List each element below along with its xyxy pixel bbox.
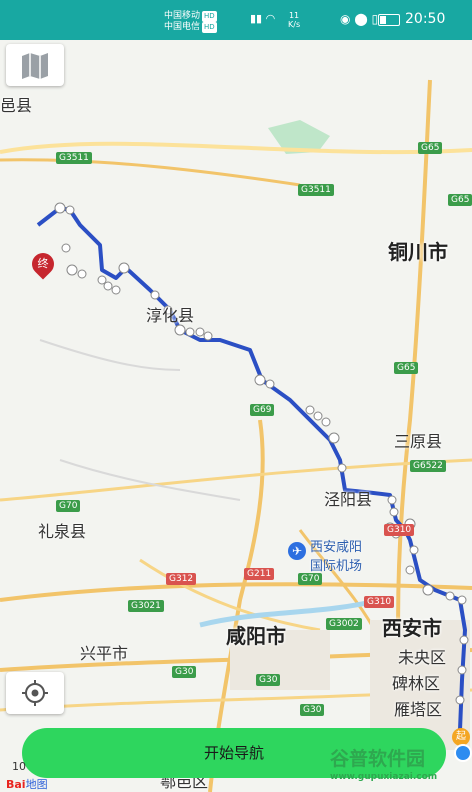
map-layer-icon bbox=[22, 53, 48, 79]
highway-shield: G310 bbox=[384, 524, 415, 536]
speed-unit: K/s bbox=[288, 20, 301, 29]
highway-shield: G69 bbox=[250, 404, 275, 416]
city-label: 西安市 bbox=[382, 616, 442, 640]
highway-shield: G310 bbox=[364, 596, 395, 608]
end-marker[interactable]: 终 bbox=[27, 248, 59, 280]
highway-shield: G3511 bbox=[56, 152, 92, 164]
status-icons: ◉ ⬤ ▯ bbox=[340, 12, 378, 26]
end-marker-label: 终 bbox=[37, 257, 49, 270]
highway-shield: G65 bbox=[418, 142, 443, 154]
highway-shield: G3021 bbox=[128, 600, 164, 612]
map-layer-button[interactable] bbox=[6, 44, 64, 86]
hd-badge: HD bbox=[202, 22, 217, 33]
baidu-logo-b: Bai bbox=[6, 778, 26, 791]
eye-icon: ◉ bbox=[340, 12, 351, 26]
speed-value: 11 bbox=[288, 11, 300, 20]
clock: 20:50 bbox=[405, 11, 446, 27]
baidu-logo: Bai地图 bbox=[6, 776, 48, 792]
city-label: 碑林区 bbox=[392, 674, 441, 693]
city-label: 礼泉县 bbox=[38, 522, 87, 541]
battery-icon bbox=[378, 14, 400, 26]
airport-label: 西安咸阳 国际机场 bbox=[310, 536, 362, 574]
watermark-title: 谷普软件园 bbox=[330, 748, 426, 770]
carrier-1: 中国移动 bbox=[164, 11, 201, 21]
highway-shield: G3511 bbox=[298, 184, 334, 196]
airport-icon: ✈ bbox=[288, 542, 306, 560]
city-label: 雁塔区 bbox=[394, 700, 443, 719]
city-label: 兴平市 bbox=[80, 644, 129, 663]
city-label: 咸阳市 bbox=[226, 624, 286, 648]
locate-button[interactable] bbox=[6, 672, 64, 714]
city-label: 铜川市 bbox=[388, 240, 448, 264]
signal-icon: ▮▮ ◠ bbox=[250, 12, 276, 25]
highway-shield: G65 bbox=[448, 194, 472, 206]
status-bar: 中国移动 HD 中国电信 HD ▮▮ ◠ 11 K/s ◉ ⬤ ▯ 20:50 bbox=[0, 0, 472, 40]
network-speed: 11 K/s bbox=[288, 11, 300, 29]
airport-label-line1: 西安咸阳 bbox=[310, 540, 363, 555]
highway-shield: G30 bbox=[256, 674, 281, 686]
city-label: 邑县 bbox=[0, 96, 33, 115]
city-label: 淳化县 bbox=[146, 306, 195, 325]
airport-label-line2: 国际机场 bbox=[310, 559, 363, 574]
watermark-url: www.gupuxiazai.com bbox=[330, 772, 438, 782]
carrier-info: 中国移动 HD 中国电信 HD bbox=[164, 11, 217, 33]
hd-badge: HD bbox=[202, 11, 217, 22]
locate-icon bbox=[22, 680, 48, 706]
highway-shield: G30 bbox=[172, 666, 197, 678]
highway-shield: G312 bbox=[166, 573, 197, 585]
city-label: 未央区 bbox=[398, 648, 447, 667]
map-view[interactable]: 邑县 铜川市 淳化县 三原县 泾阳县 礼泉县 兴平市 咸阳市 西安市 未央区 碑… bbox=[0, 40, 472, 792]
highway-shield: G70 bbox=[56, 500, 81, 512]
scale-bar: 10 bbox=[12, 760, 26, 773]
highway-shield: G6522 bbox=[410, 460, 446, 472]
highway-shield: G65 bbox=[394, 362, 419, 374]
highway-shield: G3002 bbox=[326, 618, 362, 630]
carrier-2: 中国电信 bbox=[164, 22, 201, 32]
location-icon: ⬤ bbox=[354, 12, 368, 26]
city-label: 三原县 bbox=[394, 432, 443, 451]
watermark: 谷普软件园 www.gupuxiazai.com bbox=[330, 744, 472, 792]
highway-shield: G211 bbox=[244, 568, 275, 580]
highway-shield: G70 bbox=[298, 573, 323, 585]
baidu-logo-d: 地图 bbox=[25, 778, 48, 791]
highway-shield: G30 bbox=[300, 704, 325, 716]
city-label: 泾阳县 bbox=[324, 490, 373, 509]
